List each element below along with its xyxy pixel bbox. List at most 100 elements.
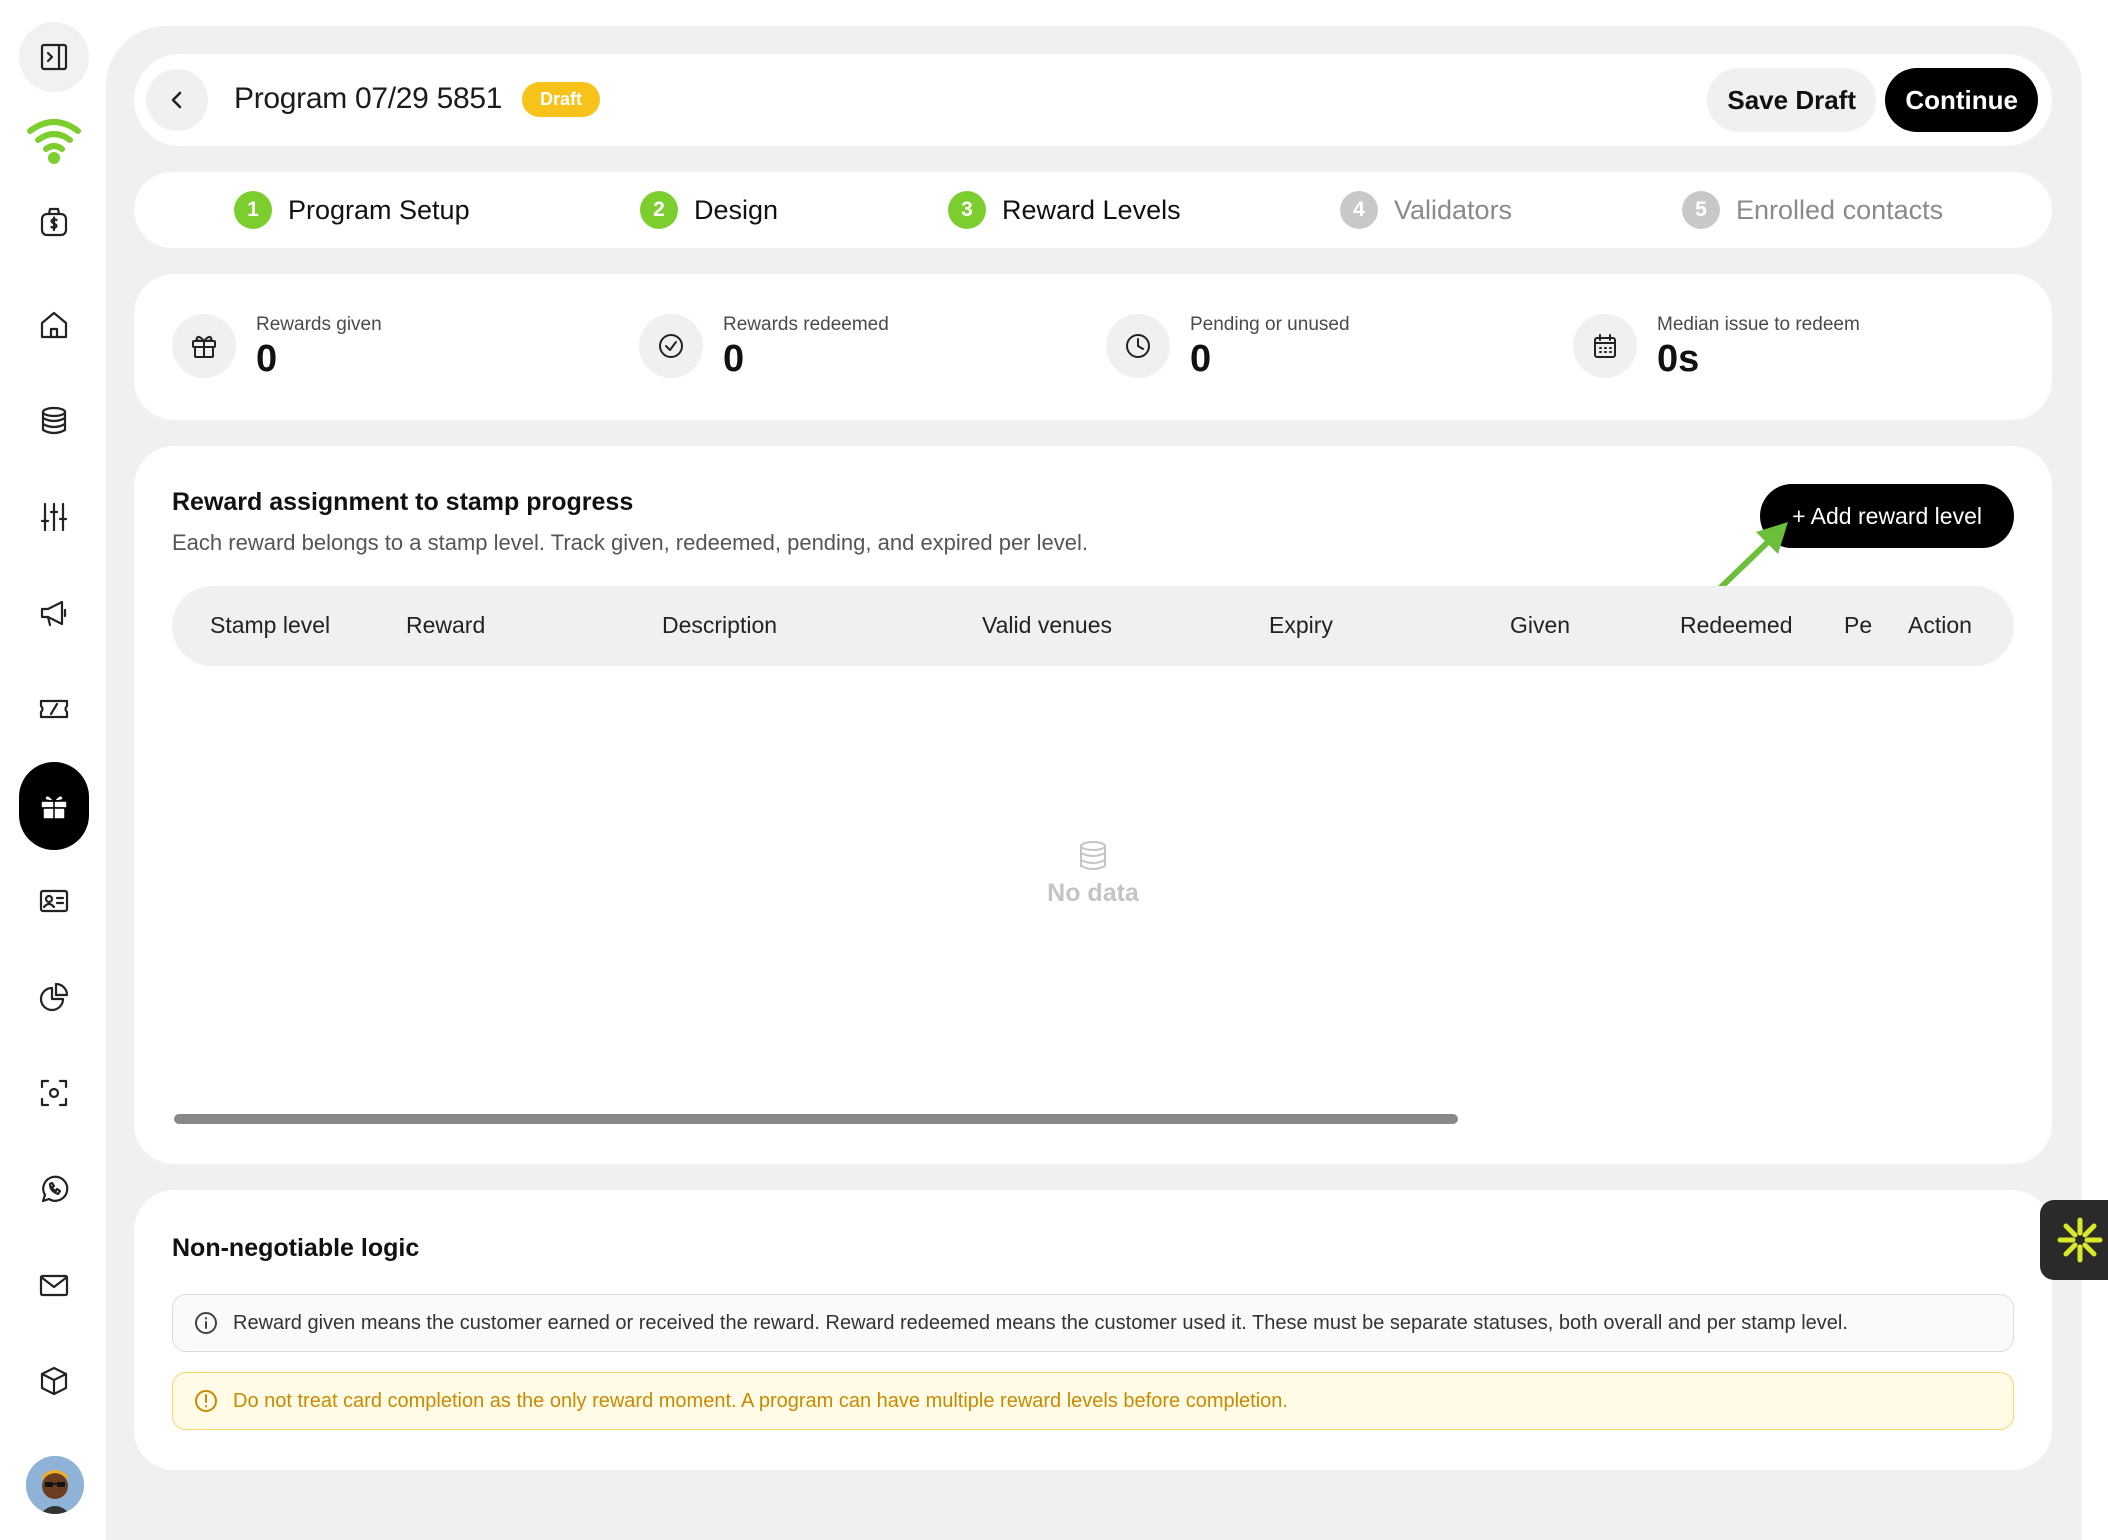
stepper: 1 Program Setup 2 Design 3 Reward Levels…	[134, 172, 2052, 248]
scan-icon	[40, 1079, 68, 1107]
step-program-setup[interactable]: 1 Program Setup	[234, 191, 470, 229]
column-header[interactable]: Given	[1510, 612, 1570, 639]
section-title: Reward assignment to stamp progress	[172, 488, 634, 516]
home-icon	[40, 311, 68, 339]
check-circle-icon	[659, 334, 683, 358]
stat-value: 0s	[1657, 338, 1700, 380]
column-header[interactable]: Valid venues	[982, 612, 1112, 639]
status-badge: Draft	[522, 82, 601, 117]
column-header[interactable]: Expiry	[1269, 612, 1333, 639]
warning-note-text: Do not treat card completion as the only…	[233, 1389, 1288, 1412]
column-header[interactable]: Redeemed	[1680, 612, 1793, 639]
user-avatar[interactable]	[26, 1456, 84, 1514]
sidebar-item-tickets[interactable]	[19, 674, 89, 744]
id-card-icon	[39, 889, 69, 913]
sidebar-item-contacts[interactable]	[19, 866, 89, 936]
step-number: 5	[1682, 191, 1720, 229]
sidebar	[0, 0, 106, 1540]
sidebar-item-billing[interactable]	[19, 187, 89, 257]
step-number: 1	[234, 191, 272, 229]
section-title: Non-negotiable logic	[172, 1234, 420, 1262]
stat-value: 0	[723, 338, 745, 380]
stat-label: Median issue to redeem	[1657, 314, 1860, 335]
pie-chart-icon	[39, 982, 69, 1012]
warning-note: Do not treat card completion as the only…	[172, 1372, 2014, 1430]
step-validators[interactable]: 4 Validators	[1340, 191, 1512, 229]
add-reward-level-button[interactable]: + Add reward level	[1760, 484, 2014, 548]
info-note-text: Reward given means the customer earned o…	[233, 1311, 1848, 1334]
database-icon	[1080, 841, 1106, 870]
stat-label: Rewards redeemed	[723, 314, 889, 335]
chevron-left-icon	[171, 91, 182, 109]
gift-icon	[192, 335, 216, 358]
step-label: Enrolled contacts	[1736, 194, 1944, 225]
assistant-widget-button[interactable]	[2040, 1200, 2108, 1280]
sidebar-item-whatsapp[interactable]	[19, 1154, 89, 1224]
empty-state-text: No data	[1047, 879, 1139, 907]
info-icon	[195, 1312, 217, 1334]
column-header[interactable]: Action	[1908, 612, 1972, 639]
sidebar-item-integrations[interactable]	[19, 1346, 89, 1416]
calendar-icon-wrap	[1573, 314, 1637, 378]
stat-value: 0	[256, 338, 278, 380]
step-label: Program Setup	[288, 194, 470, 225]
table-header: Stamp level Reward Description Valid ven…	[172, 586, 2014, 666]
page-title: Program 07/29 5851	[234, 82, 503, 115]
step-number: 4	[1340, 191, 1378, 229]
sidebar-item-analytics[interactable]	[19, 962, 89, 1032]
gift-icon-wrap	[172, 314, 236, 378]
column-header[interactable]: Stamp level	[210, 612, 330, 639]
stat-label: Pending or unused	[1190, 314, 1350, 335]
column-header[interactable]: Pe	[1844, 612, 1872, 639]
check-circle-icon-wrap	[639, 314, 703, 378]
column-header[interactable]: Description	[662, 612, 777, 639]
reward-levels-card: Reward assignment to stamp progress Each…	[134, 446, 2052, 1164]
step-label: Validators	[1394, 194, 1513, 225]
clock-icon	[1126, 334, 1150, 358]
sidebar-item-scanner[interactable]	[19, 1058, 89, 1128]
sidebar-item-database[interactable]	[19, 386, 89, 456]
whatsapp-icon	[41, 1175, 69, 1203]
step-number: 3	[948, 191, 986, 229]
megaphone-icon	[40, 600, 67, 627]
mail-icon	[39, 1274, 69, 1297]
step-number: 2	[640, 191, 678, 229]
info-note: Reward given means the customer earned o…	[172, 1294, 2014, 1352]
sidebar-item-settings[interactable]	[19, 482, 89, 552]
panel-toggle-icon	[40, 43, 68, 71]
sidebar-toggle-button[interactable]	[19, 22, 89, 92]
stat-label: Rewards given	[256, 314, 382, 335]
sidebar-item-campaigns[interactable]	[19, 578, 89, 648]
sidebar-item-email[interactable]	[19, 1250, 89, 1320]
calendar-icon	[1594, 334, 1616, 358]
empty-state: No data	[134, 838, 2052, 908]
step-enrolled-contacts[interactable]: 5 Enrolled contacts	[1682, 191, 1943, 229]
step-reward-levels[interactable]: 3 Reward Levels	[948, 191, 1181, 229]
section-subtitle: Each reward belongs to a stamp level. Tr…	[172, 530, 1088, 555]
sparkle-icon	[2057, 1217, 2103, 1263]
sidebar-item-home[interactable]	[19, 290, 89, 360]
horizontal-scrollbar[interactable]	[174, 1114, 1458, 1124]
avatar-icon	[26, 1456, 84, 1514]
stat-value: 0	[1190, 338, 1212, 380]
clock-icon-wrap	[1106, 314, 1170, 378]
cube-icon	[40, 1366, 68, 1396]
wifi-logo-icon	[27, 119, 81, 164]
ticket-icon	[39, 699, 69, 719]
continue-button[interactable]: Continue	[1885, 68, 2038, 132]
save-draft-button[interactable]: Save Draft	[1707, 68, 1876, 132]
stats-panel: Rewards given 0 Rewards redeemed 0 Pendi…	[134, 274, 2052, 420]
step-design[interactable]: 2 Design	[640, 191, 778, 229]
top-bar: Program 07/29 5851 Draft Save Draft Cont…	[134, 54, 2052, 146]
sliders-icon	[40, 502, 68, 532]
step-label: Design	[694, 194, 779, 225]
column-header[interactable]: Reward	[406, 612, 485, 639]
database-icon	[41, 406, 67, 435]
gift-icon	[40, 794, 68, 820]
logic-card: Non-negotiable logic Reward given means …	[134, 1190, 2052, 1470]
step-label: Reward Levels	[1002, 194, 1181, 225]
logo[interactable]	[19, 104, 89, 174]
sidebar-item-rewards[interactable]	[19, 762, 89, 850]
back-button[interactable]	[146, 69, 208, 131]
money-bag-icon	[40, 207, 68, 237]
